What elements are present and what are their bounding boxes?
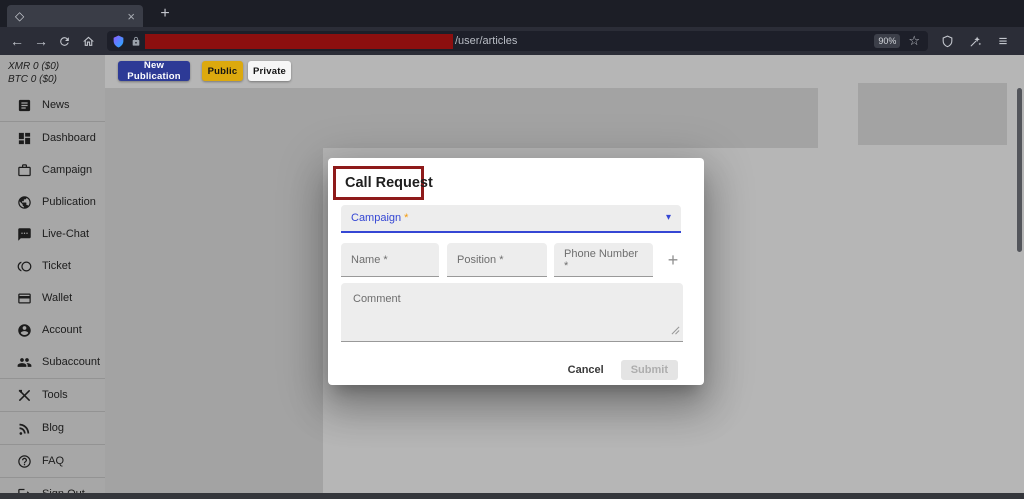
call-request-dialog: Call Request Campaign * ▾ Name * Positio… [328, 158, 704, 385]
lock-icon[interactable] [131, 36, 141, 47]
publication-icon [17, 195, 32, 210]
page-zoom-badge[interactable]: 90% [874, 34, 900, 48]
submit-button[interactable]: Submit [621, 360, 678, 380]
sidebar-item-label: Subaccount [42, 356, 100, 368]
sidebar-item-faq[interactable]: FAQ [0, 445, 105, 477]
sidebar-item-label: Blog [42, 422, 64, 434]
home-button[interactable] [77, 30, 99, 52]
sidebar-item-dashboard[interactable]: Dashboard [0, 122, 105, 154]
sidebar-item-label: News [42, 99, 70, 111]
comment-textarea[interactable]: Comment [341, 283, 683, 342]
sidebar-item-label: Publication [42, 196, 96, 208]
content-placeholder-block [105, 88, 818, 148]
sidebar-item-subaccount[interactable]: Subaccount [0, 346, 105, 378]
sidebar-item-label: Live-Chat [42, 228, 89, 240]
annotation-highlight-box: Call Request [333, 166, 424, 200]
sidebar-item-label: Dashboard [42, 132, 96, 144]
comment-label: Comment [353, 293, 401, 305]
news-icon [17, 98, 32, 113]
tools-icon [17, 388, 32, 403]
blog-icon [17, 421, 32, 436]
phone-number-field[interactable]: Phone Number * [554, 243, 653, 277]
dialog-title: Call Request [345, 175, 433, 191]
content-placeholder-block [858, 83, 1007, 145]
sidebar-item-account[interactable]: Account [0, 314, 105, 346]
sidebar-nav: News Dashboard Campaign Publication [0, 89, 105, 499]
sidebar-item-label: FAQ [42, 455, 64, 467]
sidebar-item-wallet[interactable]: Wallet [0, 282, 105, 314]
broom-icon[interactable] [964, 30, 986, 52]
sidebar-item-tools[interactable]: Tools [0, 379, 105, 411]
forward-button[interactable]: → [30, 30, 52, 52]
sidebar-item-news[interactable]: News [0, 89, 105, 121]
browser-window: ◇ × + ← → /us [0, 0, 1024, 499]
shield-icon[interactable] [936, 30, 958, 52]
sidebar-item-publication[interactable]: Publication [0, 186, 105, 218]
name-field[interactable]: Name * [341, 243, 439, 277]
vertical-scrollbar-thumb[interactable] [1017, 88, 1022, 252]
toolbar-right-group: ≡ [936, 30, 1024, 52]
chevron-down-icon[interactable]: ▾ [666, 213, 671, 223]
faq-icon [17, 454, 32, 469]
required-marker: * [404, 212, 408, 224]
menu-icon[interactable]: ≡ [992, 30, 1014, 52]
sidebar-item-label: Account [42, 324, 82, 336]
campaign-select[interactable]: Campaign * ▾ [341, 205, 681, 233]
account-icon [17, 323, 32, 338]
sidebar: XMR 0 ($0) BTC 0 ($0) News Dashboard Cam… [0, 55, 105, 493]
tab-bar: ◇ × + [0, 0, 1024, 27]
tracking-protection-shield-icon[interactable] [112, 35, 125, 48]
new-tab-button[interactable]: + [155, 4, 175, 24]
tab-close-icon[interactable]: × [127, 10, 135, 23]
browser-tab[interactable]: ◇ × [7, 5, 143, 27]
new-publication-button[interactable]: New Publication [118, 61, 190, 81]
add-row-button[interactable]: + [662, 249, 684, 271]
position-field[interactable]: Position * [447, 243, 547, 277]
sidebar-item-blog[interactable]: Blog [0, 412, 105, 444]
bookmark-star-icon[interactable]: ☆ [908, 33, 920, 49]
tab-favicon-icon: ◇ [15, 10, 24, 22]
redacted-url-segment [145, 34, 453, 49]
sidebar-item-live-chat[interactable]: Live-Chat [0, 218, 105, 250]
xmr-balance: XMR 0 ($0) [8, 60, 105, 73]
sidebar-item-label: Campaign [42, 164, 92, 176]
live-chat-icon [17, 227, 32, 242]
sidebar-item-label: Tools [42, 389, 68, 401]
back-button[interactable]: ← [6, 30, 28, 52]
dialog-actions: Cancel Submit [563, 360, 678, 380]
cancel-button[interactable]: Cancel [563, 360, 609, 380]
private-tab-button[interactable]: Private [248, 61, 291, 81]
address-bar[interactable]: /user/articles 90% ☆ [107, 31, 928, 51]
ticket-icon [17, 259, 32, 274]
subaccount-icon [17, 355, 32, 370]
btc-balance: BTC 0 ($0) [8, 73, 105, 86]
wallet-balances: XMR 0 ($0) BTC 0 ($0) [0, 55, 105, 88]
campaign-select-label: Campaign [351, 212, 401, 224]
sidebar-item-campaign[interactable]: Campaign [0, 154, 105, 186]
dashboard-icon [17, 131, 32, 146]
url-path[interactable]: /user/articles [455, 35, 517, 47]
content-placeholder-block [105, 148, 323, 493]
campaign-icon [17, 163, 32, 178]
reload-button[interactable] [53, 30, 75, 52]
public-tab-button[interactable]: Public [202, 61, 243, 81]
sidebar-item-ticket[interactable]: Ticket [0, 250, 105, 282]
window-bottom-edge [0, 493, 1024, 499]
wallet-icon [17, 291, 32, 306]
sidebar-item-label: Wallet [42, 292, 72, 304]
resize-handle-icon[interactable] [671, 326, 680, 338]
sidebar-item-label: Ticket [42, 260, 71, 272]
browser-toolbar: ← → /user/articles 90% ☆ [0, 27, 1024, 55]
